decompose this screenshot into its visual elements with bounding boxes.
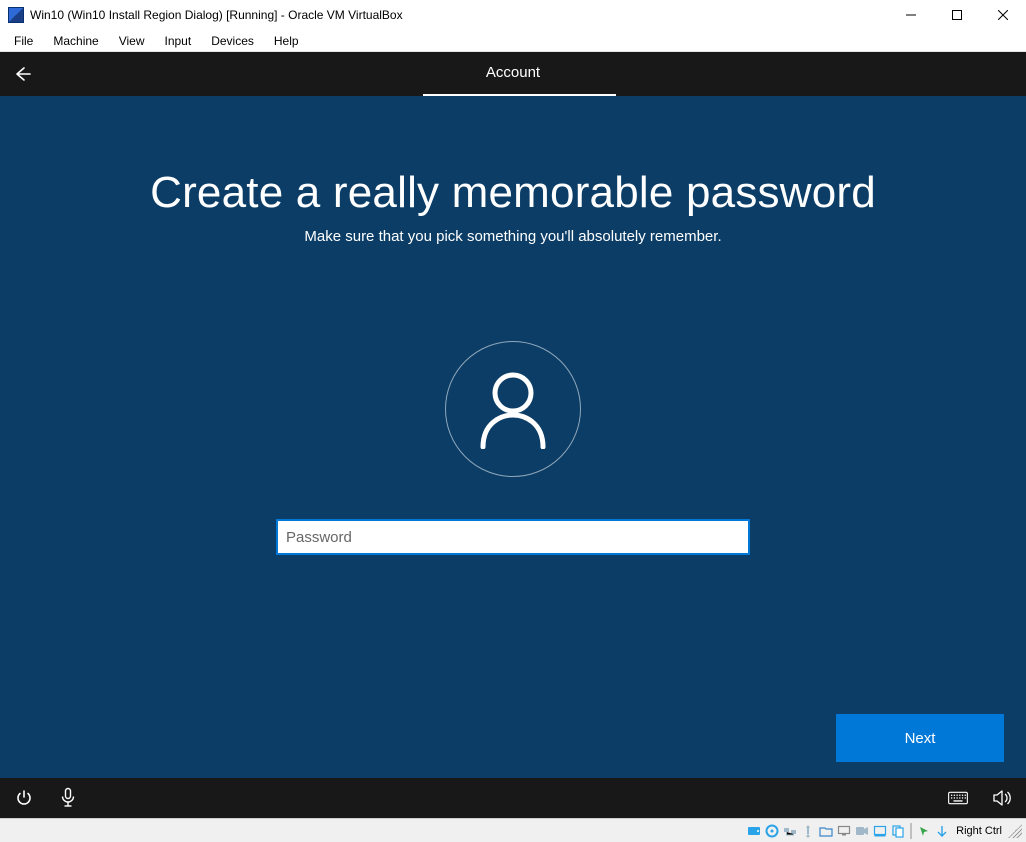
page-title: Create a really memorable password <box>0 96 1026 218</box>
host-key-indicator: Right Ctrl <box>952 825 1006 837</box>
status-net-icon[interactable] <box>782 823 798 839</box>
status-clipboard-icon[interactable] <box>890 823 906 839</box>
status-hdd-icon[interactable] <box>746 823 762 839</box>
header-tab-label: Account <box>423 52 603 94</box>
user-avatar-placeholder <box>445 341 581 477</box>
password-field-wrap <box>0 519 1026 555</box>
status-mouse-integration-icon[interactable] <box>916 823 932 839</box>
back-button[interactable] <box>0 52 44 96</box>
menu-file[interactable]: File <box>6 32 41 50</box>
status-usb-icon[interactable] <box>800 823 816 839</box>
page-subtitle: Make sure that you pick something you'll… <box>0 228 1026 245</box>
host-titlebar: Win10 (Win10 Install Region Dialog) [Run… <box>0 0 1026 30</box>
guest-display: Account Create a really memorable passwo… <box>0 52 1026 818</box>
menu-help[interactable]: Help <box>266 32 307 50</box>
next-button-area: Next <box>836 714 1004 762</box>
dictation-icon[interactable] <box>58 788 78 808</box>
oobe-header: Account <box>0 52 1026 96</box>
menu-view[interactable]: View <box>111 32 153 50</box>
menu-input[interactable]: Input <box>157 32 200 50</box>
resize-grip-icon[interactable] <box>1008 824 1022 838</box>
next-button[interactable]: Next <box>836 714 1004 762</box>
minimize-button[interactable] <box>888 0 934 30</box>
host-menubar: File Machine View Input Devices Help <box>0 30 1026 52</box>
header-tab-account: Account <box>423 52 603 96</box>
window-title: Win10 (Win10 Install Region Dialog) [Run… <box>30 8 403 22</box>
volume-icon[interactable] <box>992 788 1012 808</box>
user-icon <box>477 369 549 449</box>
status-shared-folder-icon[interactable] <box>818 823 834 839</box>
menu-devices[interactable]: Devices <box>203 32 262 50</box>
keyboard-icon[interactable] <box>948 788 968 808</box>
status-record-icon[interactable] <box>854 823 870 839</box>
close-button[interactable] <box>980 0 1026 30</box>
status-video-capture-icon[interactable] <box>872 823 888 839</box>
host-statusbar: Right Ctrl <box>0 818 1026 842</box>
oobe-body: Create a really memorable password Make … <box>0 96 1026 778</box>
maximize-button[interactable] <box>934 0 980 30</box>
status-display-icon[interactable] <box>836 823 852 839</box>
password-input[interactable] <box>276 519 750 555</box>
status-disc-icon[interactable] <box>764 823 780 839</box>
power-icon[interactable] <box>14 788 34 808</box>
menu-machine[interactable]: Machine <box>45 32 106 50</box>
status-drag-drop-icon[interactable] <box>934 823 950 839</box>
window-controls <box>888 0 1026 30</box>
virtualbox-app-icon <box>8 7 24 23</box>
oobe-footer <box>0 778 1026 818</box>
